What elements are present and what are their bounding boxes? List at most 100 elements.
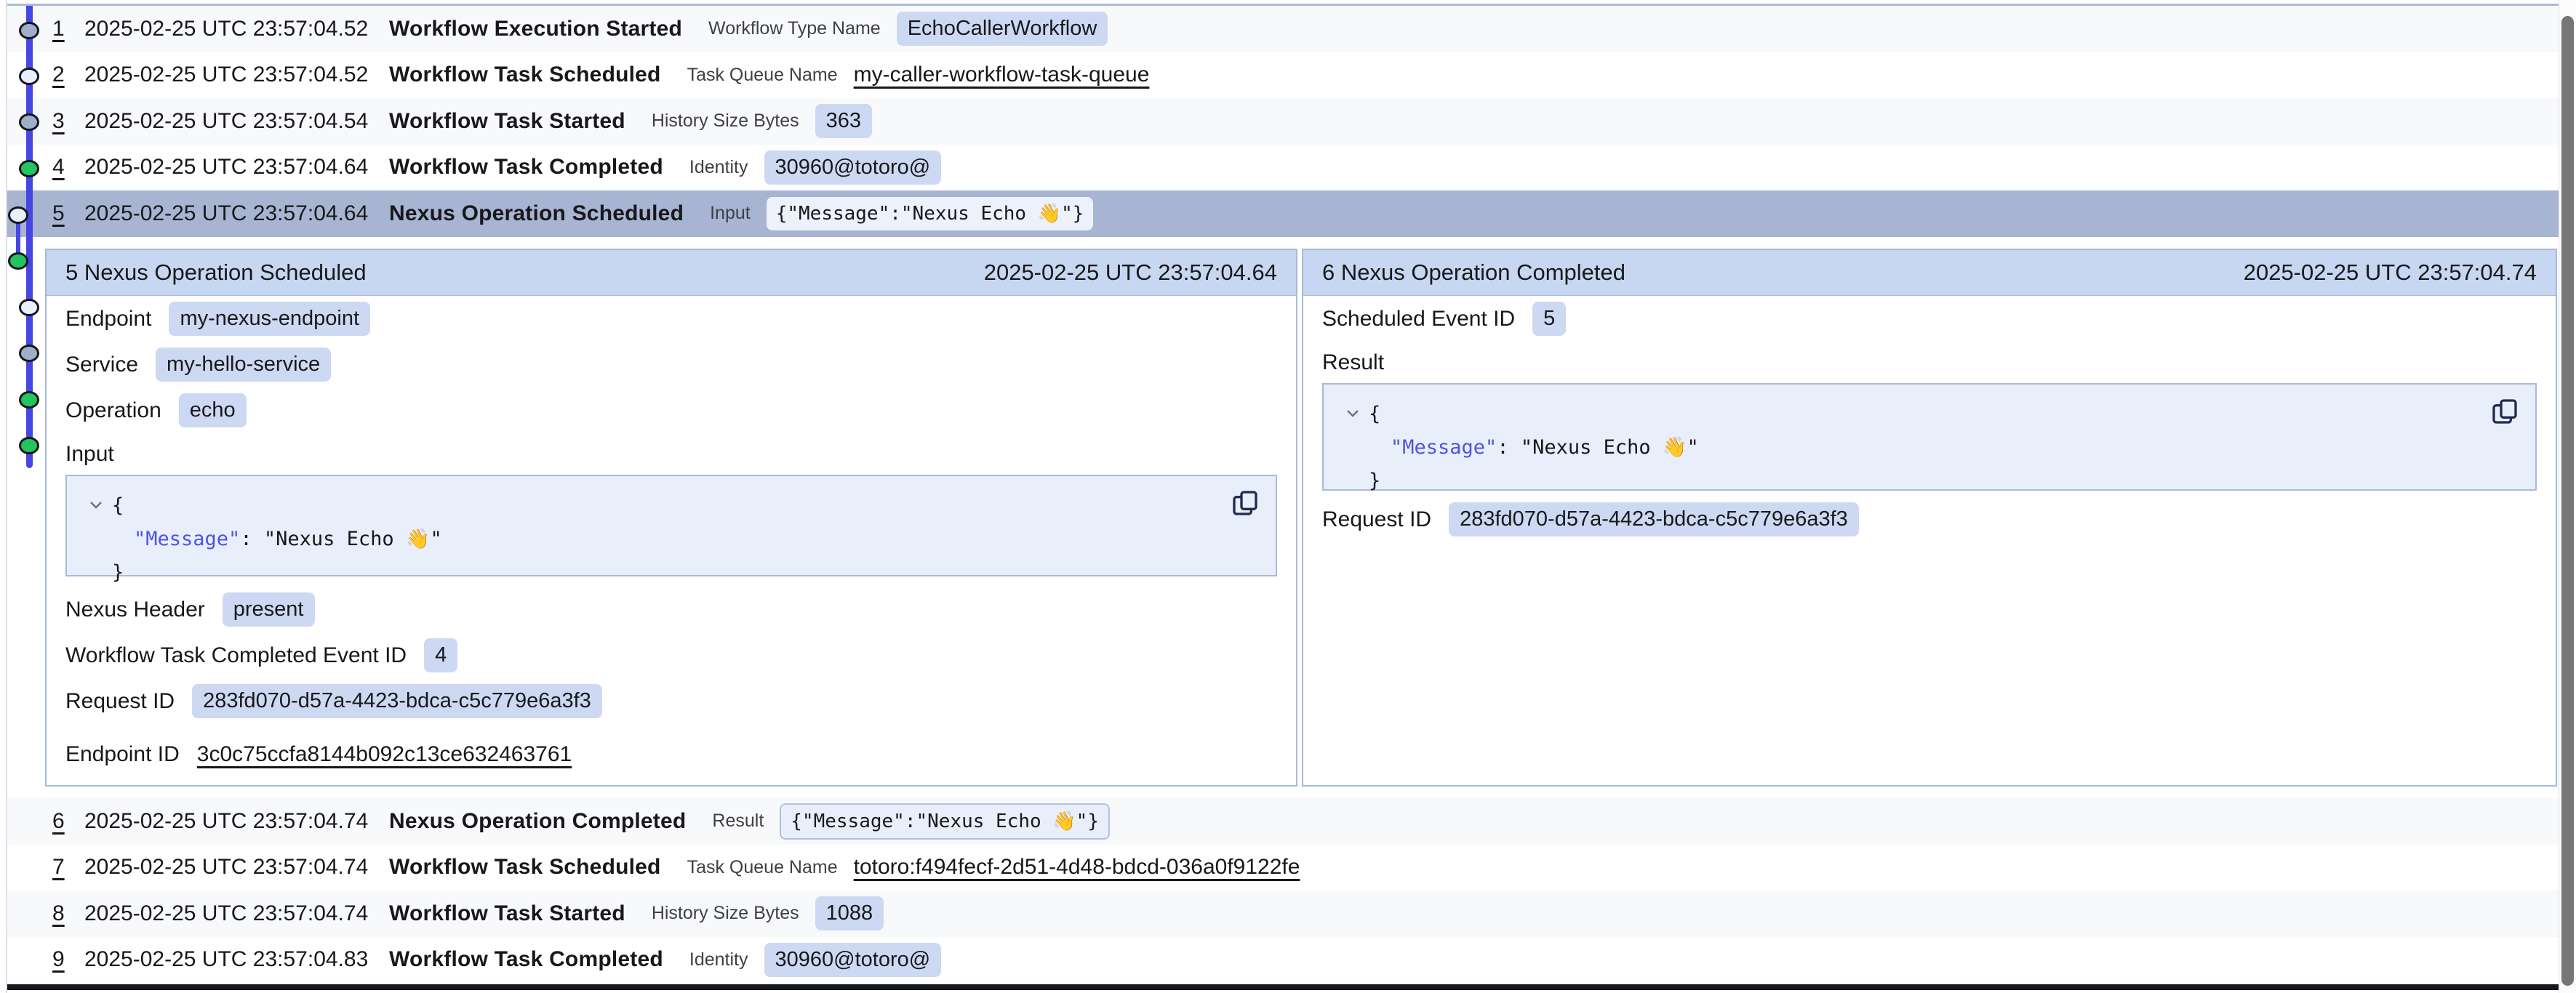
event-attr-label: Result — [712, 811, 764, 832]
window-bottom-edge — [7, 984, 2559, 990]
card-timestamp: 2025-02-25 UTC 23:57:04.74 — [2244, 260, 2537, 286]
endpoint-label: Endpoint — [65, 307, 151, 331]
endpoint-id-link[interactable]: 3c0c75ccfa8144b092c13ce632463761 — [197, 742, 572, 767]
json-value: "Nexus Echo 👋" — [264, 528, 442, 550]
event-row-9[interactable]: 9 2025-02-25 UTC 23:57:04.83 Workflow Ta… — [7, 937, 2559, 984]
event-attr-label: History Size Bytes — [652, 903, 799, 924]
endpoint-badge: my-nexus-endpoint — [169, 302, 370, 336]
input-json-viewer: { "Message": "Nexus Echo 👋" } — [65, 475, 1277, 576]
event-timestamp: 2025-02-25 UTC 23:57:04.64 — [84, 201, 382, 226]
task-queue-link[interactable]: totoro:f494fecf-2d51-4d48-bdcd-036a0f912… — [854, 855, 1300, 880]
operation-badge: echo — [179, 393, 247, 427]
operation-label: Operation — [65, 398, 161, 423]
json-key: "Message" — [1391, 436, 1497, 459]
event-row-4[interactable]: 4 2025-02-25 UTC 23:57:04.64 Workflow Ta… — [7, 145, 2559, 191]
event-6-card-body: Scheduled Event ID 5 Result { "Message":… — [1303, 296, 2556, 785]
request-id-badge: 283fd070-d57a-4423-bdca-c5c779e6a3f3 — [1449, 502, 1859, 536]
result-json-viewer: { "Message": "Nexus Echo 👋" } — [1322, 383, 2537, 491]
json-close-brace: } — [89, 556, 1276, 590]
timeline-marker-5[interactable] — [8, 206, 28, 224]
event-6-detail-card: 6 Nexus Operation Completed 2025-02-25 U… — [1302, 249, 2557, 787]
event-name: Nexus Operation Scheduled — [389, 201, 684, 226]
event-attr-label: Workflow Type Name — [708, 18, 881, 39]
result-label: Result — [1322, 342, 2537, 383]
event-name: Workflow Task Completed — [389, 155, 663, 180]
event-row-1[interactable]: 1 2025-02-25 UTC 23:57:04.52 Workflow Ex… — [7, 6, 2559, 52]
scrollbar-thumb[interactable] — [2561, 16, 2574, 986]
event-name: Nexus Operation Completed — [389, 809, 686, 834]
request-id-badge: 283fd070-d57a-4423-bdca-c5c779e6a3f3 — [192, 684, 602, 718]
event-row-3[interactable]: 3 2025-02-25 UTC 23:57:04.54 Workflow Ta… — [7, 98, 2559, 145]
wtc-event-id-badge: 4 — [424, 638, 457, 672]
event-detail-panels: 5 Nexus Operation Scheduled 2025-02-25 U… — [45, 249, 2557, 787]
timeline-marker-3[interactable] — [19, 113, 39, 131]
event-attr-value-badge: 30960@totoro@ — [764, 150, 942, 185]
event-attr-value-badge: 30960@totoro@ — [764, 943, 942, 977]
json-open-brace: { — [112, 494, 124, 517]
event-timestamp: 2025-02-25 UTC 23:57:04.52 — [84, 17, 382, 41]
scheduled-event-id-badge: 5 — [1532, 302, 1566, 336]
event-row-5-selected[interactable]: 5 2025-02-25 UTC 23:57:04.64 Nexus Opera… — [7, 190, 2559, 237]
event-id-link[interactable]: 8 — [52, 901, 74, 926]
event-attr-value-badge: 363 — [815, 104, 872, 138]
service-label: Service — [65, 353, 138, 377]
event-id-link[interactable]: 9 — [52, 947, 74, 972]
timeline-marker-9[interactable] — [19, 391, 39, 409]
event-timestamp: 2025-02-25 UTC 23:57:04.74 — [84, 855, 382, 880]
event-row-2[interactable]: 2 2025-02-25 UTC 23:57:04.52 Workflow Ta… — [7, 52, 2559, 99]
event-name: Workflow Execution Started — [389, 17, 682, 41]
json-key: "Message" — [134, 528, 240, 550]
event-timestamp: 2025-02-25 UTC 23:57:04.83 — [84, 947, 382, 972]
request-id-label: Request ID — [1322, 507, 1431, 532]
event-id-link[interactable]: 4 — [52, 155, 74, 180]
task-queue-link[interactable]: my-caller-workflow-task-queue — [854, 63, 1150, 87]
event-id-link[interactable]: 7 — [52, 855, 74, 880]
card-timestamp: 2025-02-25 UTC 23:57:04.64 — [984, 260, 1277, 286]
event-history-list-top: 1 2025-02-25 UTC 23:57:04.52 Workflow Ex… — [7, 6, 2559, 237]
event-timestamp: 2025-02-25 UTC 23:57:04.74 — [84, 901, 382, 926]
event-attr-value-json: {"Message":"Nexus Echo 👋"} — [780, 803, 1110, 840]
copy-icon[interactable] — [2490, 396, 2519, 428]
event-attr-label: Task Queue Name — [687, 65, 838, 86]
event-attr-label: Identity — [689, 157, 748, 178]
json-colon: : — [1497, 436, 1521, 459]
scrollbar-track[interactable] — [2559, 0, 2576, 993]
timeline-marker-8[interactable] — [19, 345, 39, 362]
json-colon: : — [240, 528, 264, 550]
input-label: Input — [65, 433, 1277, 475]
endpoint-id-label: Endpoint ID — [65, 742, 180, 767]
card-title: 5 Nexus Operation Scheduled — [65, 260, 367, 286]
copy-icon[interactable] — [1231, 488, 1260, 520]
event-id-link[interactable]: 2 — [52, 63, 74, 87]
nexus-header-label: Nexus Header — [65, 598, 205, 622]
event-id-link[interactable]: 3 — [52, 109, 74, 134]
event-attr-label: History Size Bytes — [652, 110, 799, 132]
timeline-marker-4[interactable] — [19, 160, 39, 177]
event-5-card-header[interactable]: 5 Nexus Operation Scheduled 2025-02-25 U… — [47, 250, 1296, 296]
timeline-marker-10[interactable] — [19, 437, 39, 454]
scheduled-event-id-label: Scheduled Event ID — [1322, 307, 1515, 331]
service-badge: my-hello-service — [156, 347, 331, 382]
timeline-marker-7[interactable] — [19, 299, 39, 316]
event-name: Workflow Task Scheduled — [389, 855, 661, 880]
timeline-marker-2[interactable] — [19, 68, 39, 85]
event-id-link[interactable]: 6 — [52, 809, 74, 834]
event-attr-value-json: {"Message":"Nexus Echo 👋"} — [767, 197, 1094, 230]
event-attr-value-badge: 1088 — [815, 896, 884, 930]
event-6-card-header[interactable]: 6 Nexus Operation Completed 2025-02-25 U… — [1303, 250, 2556, 296]
json-value: "Nexus Echo 👋" — [1521, 436, 1699, 459]
event-row-7[interactable]: 7 2025-02-25 UTC 23:57:04.74 Workflow Ta… — [7, 845, 2559, 891]
event-row-8[interactable]: 8 2025-02-25 UTC 23:57:04.74 Workflow Ta… — [7, 891, 2559, 937]
event-id-link[interactable]: 5 — [52, 201, 74, 226]
json-collapse-chevron-icon[interactable] — [89, 488, 103, 521]
event-history-list-bottom: 6 2025-02-25 UTC 23:57:04.74 Nexus Opera… — [7, 798, 2559, 984]
event-id-link[interactable]: 1 — [52, 17, 74, 41]
timeline-marker-6[interactable] — [8, 252, 28, 270]
event-name: Workflow Task Started — [389, 901, 625, 926]
event-row-6[interactable]: 6 2025-02-25 UTC 23:57:04.74 Nexus Opera… — [7, 798, 2559, 845]
json-collapse-chevron-icon[interactable] — [1345, 396, 1360, 430]
card-title: 6 Nexus Operation Completed — [1322, 260, 1625, 286]
timeline-marker-1[interactable] — [19, 22, 39, 39]
event-timestamp: 2025-02-25 UTC 23:57:04.74 — [84, 809, 382, 834]
event-name: Workflow Task Started — [389, 109, 625, 134]
